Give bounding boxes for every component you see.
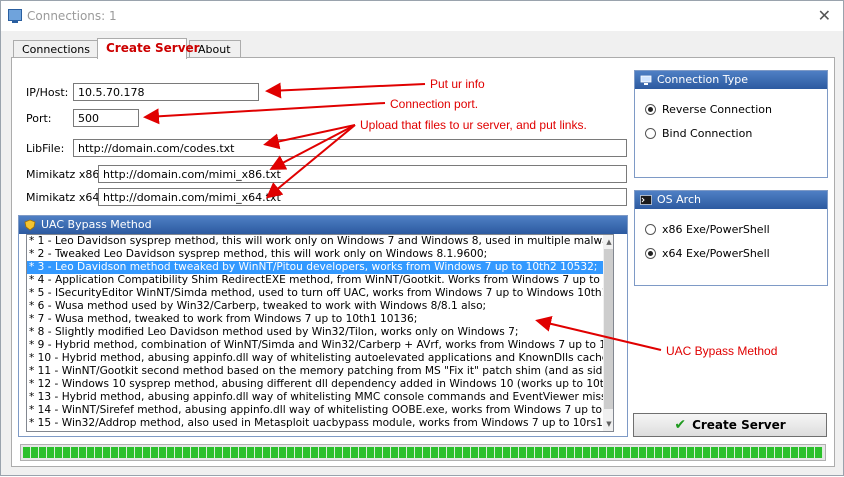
scroll-up-icon[interactable]: ▲: [604, 236, 613, 248]
radio-reverse-connection[interactable]: Reverse Connection: [645, 103, 772, 116]
uac-items: * 1 - Leo Davidson sysprep method, this …: [27, 235, 613, 430]
scroll-down-icon[interactable]: ▼: [604, 418, 613, 430]
list-item[interactable]: * 11 - WinNT/Gootkit second method based…: [27, 365, 613, 378]
list-item[interactable]: * 7 - Wusa method, tweaked to work from …: [27, 313, 613, 326]
radio-label: x64 Exe/PowerShell: [662, 247, 770, 260]
annotation-connection-port: Connection port.: [390, 97, 479, 111]
create-server-label: Create Server: [692, 418, 786, 432]
list-item[interactable]: * 6 - Wusa method used by Win32/Carberp,…: [27, 300, 613, 313]
title-bar[interactable]: Connections: 1 ✕: [1, 1, 843, 31]
create-server-panel: IP/Host: 10.5.70.178 Port: 500 LibFile: …: [11, 57, 835, 467]
network-icon: [640, 75, 652, 85]
os-arch-title: OS Arch: [657, 193, 701, 206]
list-item[interactable]: * 2 - Tweaked Leo Davidson sysprep metho…: [27, 248, 613, 261]
list-item[interactable]: * 5 - ISecurityEditor WinNT/Simda method…: [27, 287, 613, 300]
list-item[interactable]: * 15 - Win32/Addrop method, also used in…: [27, 417, 613, 430]
list-item[interactable]: * 9 - Hybrid method, combination of WinN…: [27, 339, 613, 352]
list-item[interactable]: * 3 - Leo Davidson method tweaked by Win…: [27, 261, 613, 274]
uac-method-list[interactable]: * 1 - Leo Davidson sysprep method, this …: [26, 234, 614, 432]
port-input[interactable]: 500: [73, 109, 139, 127]
uac-group-header: UAC Bypass Method: [19, 216, 627, 234]
main-window: Connections: 1 ✕ Connections Create Serv…: [0, 0, 844, 476]
ip-input[interactable]: 10.5.70.178: [73, 83, 259, 101]
annotation-upload: Upload that files to ur server, and put …: [360, 118, 587, 132]
mimikatz-x64-label: Mimikatz x64:: [26, 191, 104, 204]
create-server-button[interactable]: ✔ Create Server: [633, 413, 827, 437]
radio-x86[interactable]: x86 Exe/PowerShell: [645, 223, 770, 236]
window-title: Connections: 1: [27, 9, 117, 23]
port-label: Port:: [26, 112, 52, 125]
vertical-scrollbar[interactable]: ▲ ▼: [603, 235, 613, 431]
annotation-put-info: Put ur info: [430, 77, 485, 91]
radio-label: Reverse Connection: [662, 103, 772, 116]
radio-x64[interactable]: x64 Exe/PowerShell: [645, 247, 770, 260]
annotation-uac: UAC Bypass Method: [666, 344, 778, 358]
list-item[interactable]: * 13 - Hybrid method, abusing appinfo.dl…: [27, 391, 613, 404]
progress-fill: [23, 447, 823, 458]
libfile-input[interactable]: http://domain.com/codes.txt: [73, 139, 627, 157]
mimikatz-x64-input[interactable]: http://domain.com/mimi_x64.txt: [98, 188, 627, 206]
radio-indicator[interactable]: [645, 248, 656, 259]
close-icon[interactable]: ✕: [818, 6, 831, 25]
connection-type-group: Connection Type Reverse Connection Bind …: [634, 70, 828, 178]
radio-indicator[interactable]: [645, 224, 656, 235]
shield-icon: [24, 219, 36, 231]
connection-type-title: Connection Type: [657, 73, 749, 86]
tab-create-server[interactable]: Create Server: [97, 38, 200, 59]
progress-bar: [20, 444, 826, 461]
tab-connections[interactable]: Connections: [13, 40, 99, 58]
uac-group: UAC Bypass Method * 1 - Leo Davidson sys…: [18, 215, 628, 437]
ip-label: IP/Host:: [26, 86, 69, 99]
app-icon: [8, 9, 22, 23]
uac-group-title: UAC Bypass Method: [41, 218, 152, 231]
radio-bind-connection[interactable]: Bind Connection: [645, 127, 752, 140]
mimikatz-x86-input[interactable]: http://domain.com/mimi_x86.txt: [98, 165, 627, 183]
connection-type-header: Connection Type: [635, 71, 827, 89]
radio-indicator[interactable]: [645, 128, 656, 139]
os-arch-header: OS Arch: [635, 191, 827, 209]
list-item[interactable]: * 8 - Slightly modified Leo Davidson met…: [27, 326, 613, 339]
scroll-thumb[interactable]: [604, 249, 613, 409]
list-item[interactable]: * 10 - Hybrid method, abusing appinfo.dl…: [27, 352, 613, 365]
libfile-label: LibFile:: [26, 142, 65, 155]
radio-label: x86 Exe/PowerShell: [662, 223, 770, 236]
radio-label: Bind Connection: [662, 127, 753, 140]
list-item[interactable]: * 12 - Windows 10 sysprep method, abusin…: [27, 378, 613, 391]
mimikatz-x86-label: Mimikatz x86:: [26, 168, 104, 181]
list-item[interactable]: * 1 - Leo Davidson sysprep method, this …: [27, 235, 613, 248]
list-item[interactable]: * 14 - WinNT/Sirefef method, abusing app…: [27, 404, 613, 417]
radio-indicator[interactable]: [645, 104, 656, 115]
list-item[interactable]: * 4 - Application Compatibility Shim Red…: [27, 274, 613, 287]
terminal-icon: [640, 195, 652, 205]
check-icon: ✔: [674, 417, 687, 433]
os-arch-group: OS Arch x86 Exe/PowerShell x64 Exe/Power…: [634, 190, 828, 286]
